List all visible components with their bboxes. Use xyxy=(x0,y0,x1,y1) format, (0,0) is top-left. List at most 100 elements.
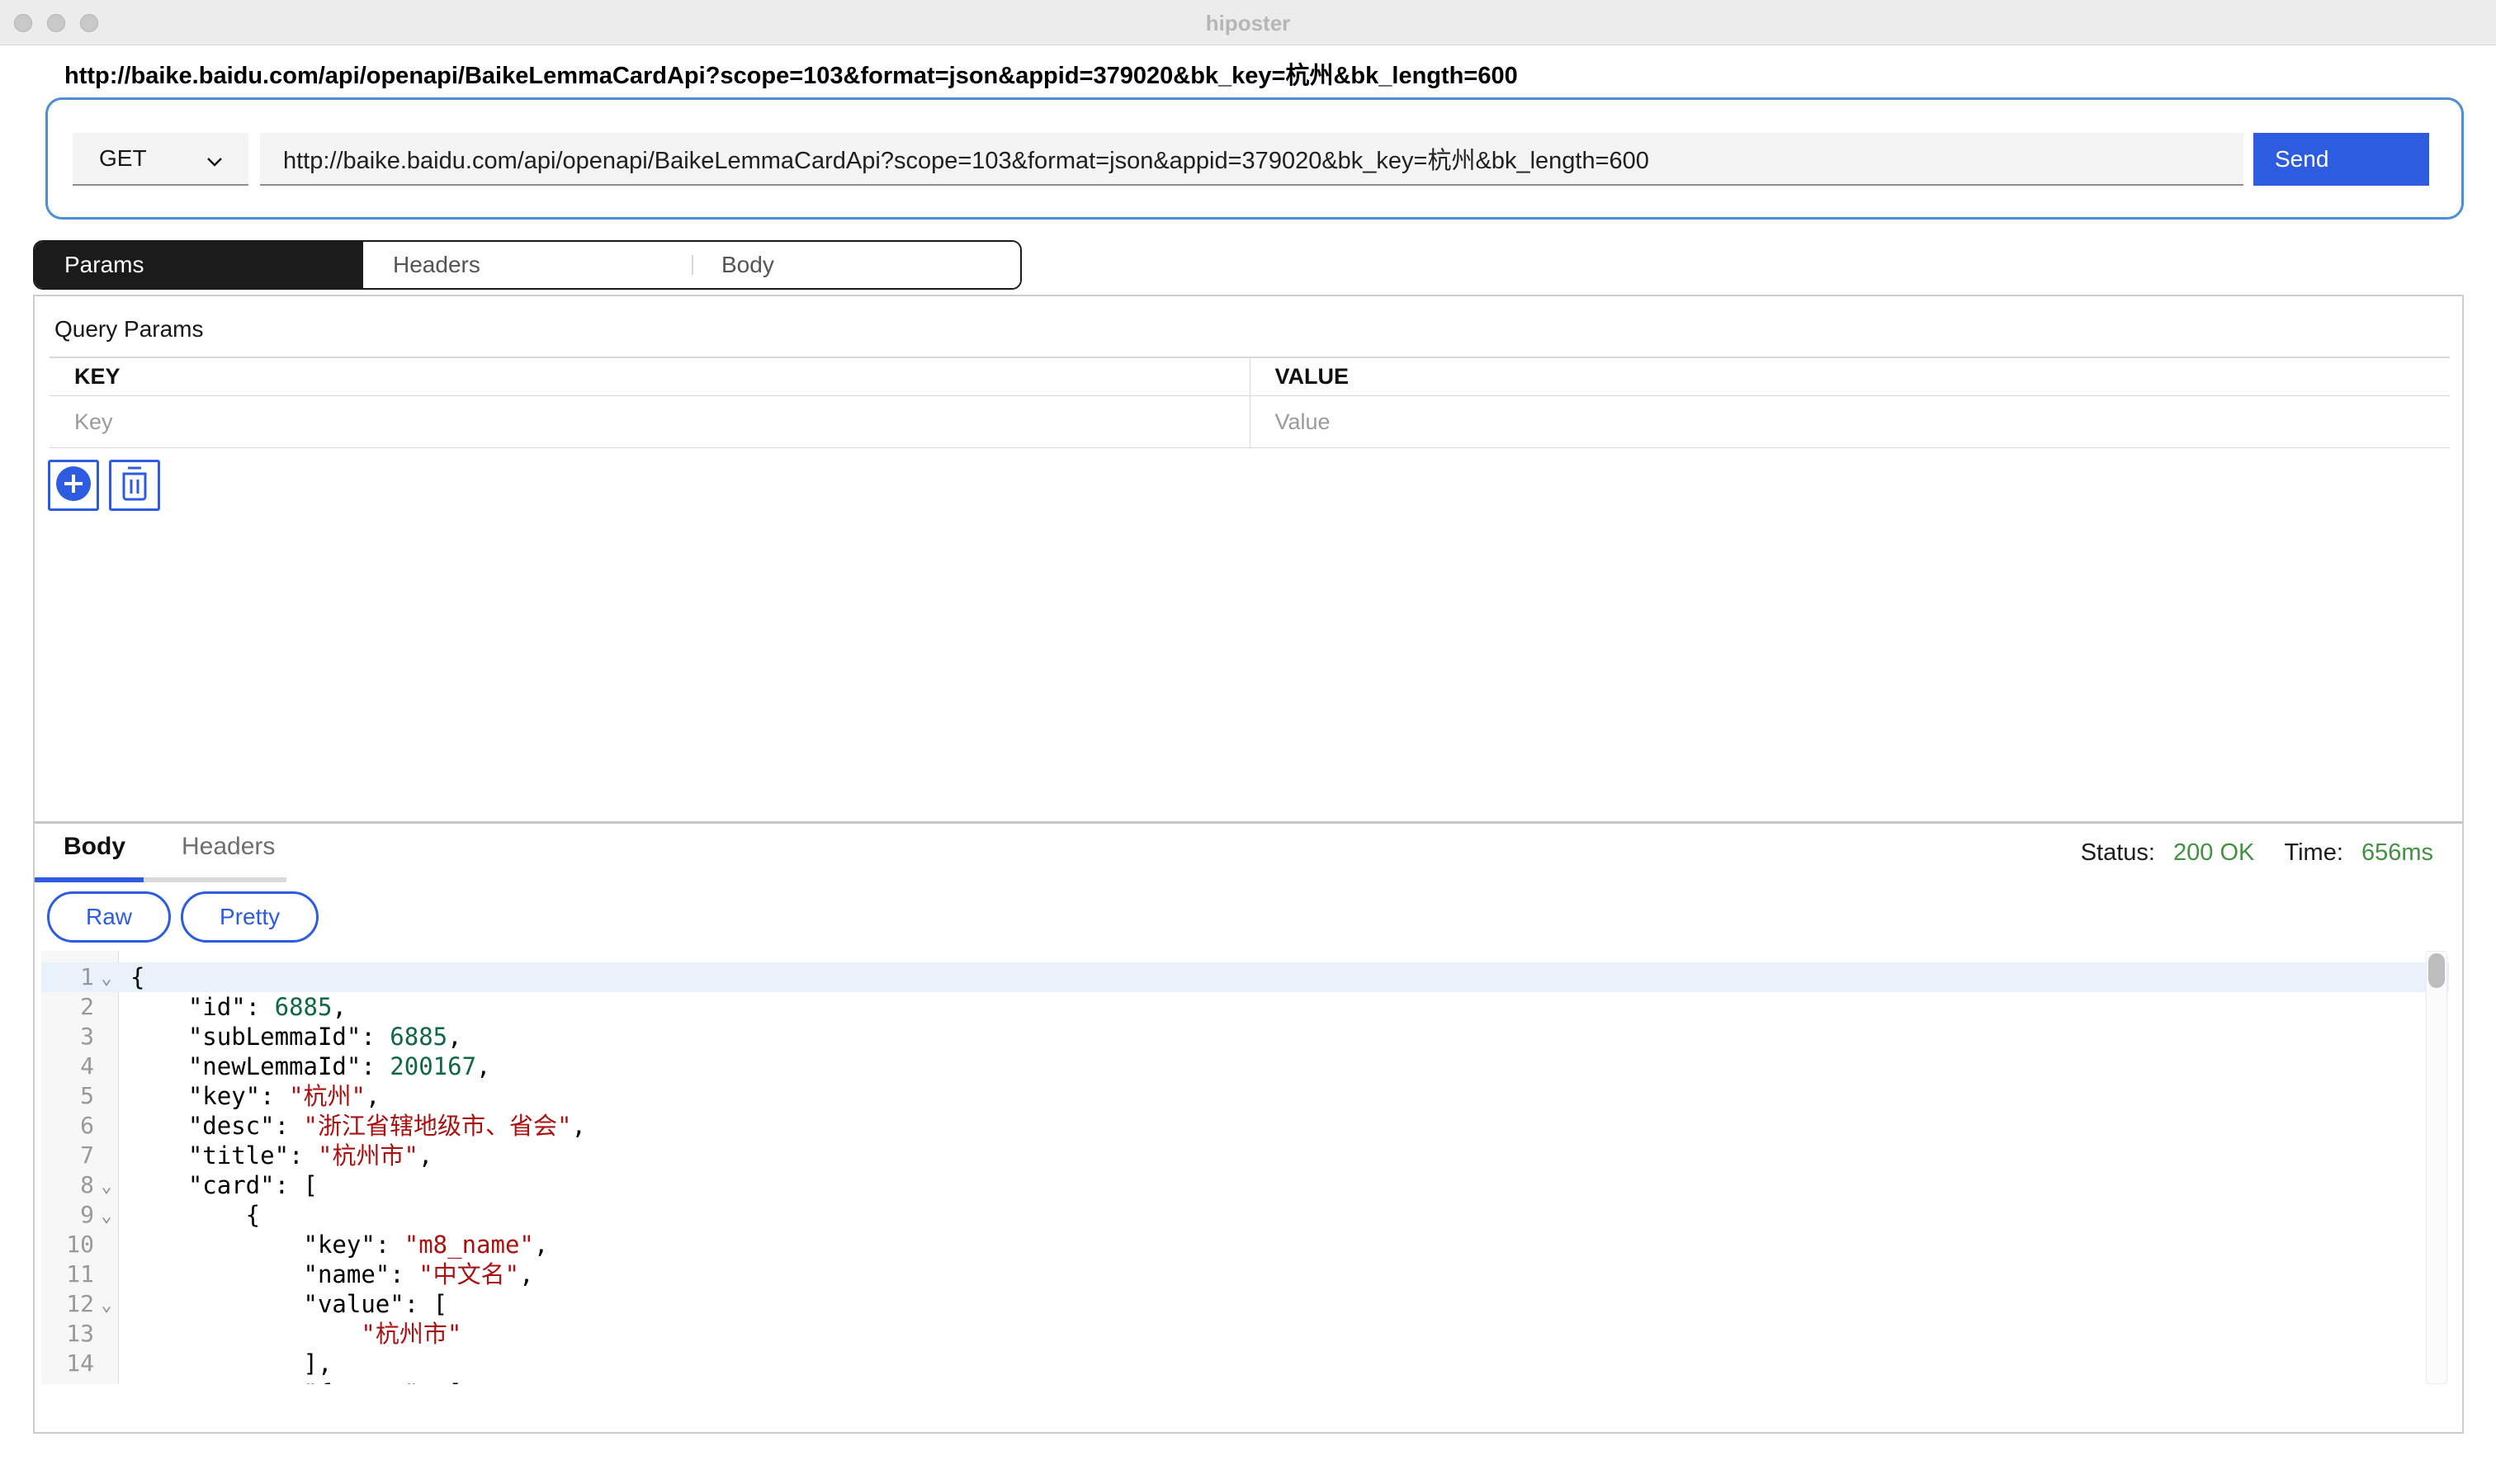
code-text: "name": "中文名", xyxy=(119,1260,534,1289)
code-text: "value": [ xyxy=(119,1289,447,1319)
code-line-12: 12⌄ "value": [ xyxy=(41,1289,2449,1319)
fold-gutter-spacer xyxy=(94,1260,119,1289)
code-text: "title": "杭州市", xyxy=(119,1141,433,1170)
fold-chevron-icon[interactable]: ⌄ xyxy=(94,1200,119,1230)
code-line-2: 2 "id": 6885, xyxy=(41,992,2449,1022)
table-row xyxy=(50,396,2450,447)
line-number: 5 xyxy=(41,1081,94,1111)
request-tab-body[interactable]: Body xyxy=(692,242,1020,288)
response-body-editor-lines: 1⌄{2 "id": 6885,3 "subLemmaId": 6885,4 "… xyxy=(41,962,2449,1384)
line-number: 1 xyxy=(41,962,94,992)
fold-gutter-spacer xyxy=(94,1081,119,1111)
url-input[interactable] xyxy=(260,133,2243,186)
code-line-3: 3 "subLemmaId": 6885, xyxy=(41,1022,2449,1052)
code-line-13: 13 "杭州市" xyxy=(41,1319,2449,1349)
code-text: "杭州市" xyxy=(119,1319,461,1349)
status-value: 200 OK xyxy=(2173,839,2254,866)
code-text: { xyxy=(119,962,144,992)
code-line-4: 4 "newLemmaId": 200167, xyxy=(41,1052,2449,1081)
request-tabs: ParamsHeadersBody xyxy=(33,240,1022,290)
response-status-bar: Status: 200 OK Time: 656ms xyxy=(2081,839,2433,867)
fold-gutter-spacer xyxy=(94,1378,119,1384)
line-number: 7 xyxy=(41,1141,94,1170)
code-text: { xyxy=(119,1200,260,1230)
line-number: 4 xyxy=(41,1052,94,1081)
editor-scrollbar[interactable] xyxy=(2426,951,2447,1384)
method-select[interactable]: GET xyxy=(73,133,248,186)
plus-icon xyxy=(54,465,92,507)
code-text: "card": [ xyxy=(119,1170,318,1200)
line-number: 3 xyxy=(41,1022,94,1052)
request-tab-headers[interactable]: Headers xyxy=(363,242,692,288)
response-tabs: Body Headers xyxy=(64,833,275,861)
line-number: 12 xyxy=(41,1289,94,1319)
add-row-button[interactable] xyxy=(48,460,99,511)
value-column-header: VALUE xyxy=(1250,358,2451,395)
fold-gutter-spacer xyxy=(94,1319,119,1349)
table-header-row: KEY VALUE xyxy=(50,358,2450,396)
code-text: "key": "m8_name", xyxy=(119,1230,548,1260)
fold-gutter-spacer xyxy=(94,1022,119,1052)
response-body-editor[interactable]: 1⌄{2 "id": 6885,3 "subLemmaId": 6885,4 "… xyxy=(41,951,2449,1384)
request-tab-params[interactable]: Params xyxy=(35,242,363,288)
fold-chevron-icon[interactable]: ⌄ xyxy=(94,1170,119,1200)
code-line-1: 1⌄{ xyxy=(41,962,2449,992)
code-text: "newLemmaId": 200167, xyxy=(119,1052,491,1081)
line-number: 10 xyxy=(41,1230,94,1260)
time-value: 656ms xyxy=(2361,839,2433,866)
fold-gutter-spacer xyxy=(94,1349,119,1378)
code-line-10: 10 "key": "m8_name", xyxy=(41,1230,2449,1260)
trash-icon xyxy=(117,466,152,506)
response-tab-body[interactable]: Body xyxy=(64,833,125,861)
fold-gutter-spacer xyxy=(94,1111,119,1141)
method-select-value: GET xyxy=(99,145,147,172)
code-text: "subLemmaId": 6885, xyxy=(119,1022,462,1052)
fold-gutter-spacer xyxy=(94,1052,119,1081)
line-number: 2 xyxy=(41,992,94,1022)
pretty-view-button[interactable]: Pretty xyxy=(181,891,319,943)
code-text: "format": [ xyxy=(119,1378,462,1384)
response-tab-headers[interactable]: Headers xyxy=(182,833,275,861)
fold-gutter-spacer xyxy=(94,992,119,1022)
status-label: Status: xyxy=(2081,839,2155,866)
param-key-input[interactable] xyxy=(74,409,1132,435)
code-text: "key": "杭州", xyxy=(119,1081,380,1111)
request-response-divider xyxy=(35,821,2462,824)
line-number: 8 xyxy=(41,1170,94,1200)
line-number: 14 xyxy=(41,1349,94,1378)
code-line-14: 14 ], xyxy=(41,1349,2449,1378)
code-text: ], xyxy=(119,1349,332,1378)
code-line-5: 5 "key": "杭州", xyxy=(41,1081,2449,1111)
code-line-15: 15 "format": [ xyxy=(41,1378,2449,1384)
query-params-table: KEY VALUE xyxy=(50,357,2450,448)
code-line-8: 8⌄ "card": [ xyxy=(41,1170,2449,1200)
app-window: hiposter http://baike.baidu.com/api/open… xyxy=(0,0,2496,1484)
fold-chevron-icon[interactable]: ⌄ xyxy=(94,1289,119,1319)
code-line-11: 11 "name": "中文名", xyxy=(41,1260,2449,1289)
row-actions xyxy=(48,460,160,511)
fold-gutter-spacer xyxy=(94,1141,119,1170)
code-line-9: 9⌄ { xyxy=(41,1200,2449,1230)
delete-row-button[interactable] xyxy=(109,460,160,511)
raw-view-button[interactable]: Raw xyxy=(47,891,171,943)
param-value-input[interactable] xyxy=(1275,409,2333,435)
request-bar: GET Send xyxy=(45,97,2464,220)
send-button[interactable]: Send xyxy=(2253,133,2429,186)
chevron-down-icon xyxy=(206,153,224,171)
line-number: 15 xyxy=(41,1378,94,1384)
code-line-6: 6 "desc": "浙江省辖地级市、省会", xyxy=(41,1111,2449,1141)
line-number: 9 xyxy=(41,1200,94,1230)
code-line-7: 7 "title": "杭州市", xyxy=(41,1141,2449,1170)
line-number: 11 xyxy=(41,1260,94,1289)
fold-gutter-spacer xyxy=(94,1230,119,1260)
fold-chevron-icon[interactable]: ⌄ xyxy=(94,962,119,992)
window-titlebar: hiposter xyxy=(0,0,2496,45)
query-params-title: Query Params xyxy=(54,316,204,343)
window-title: hiposter xyxy=(0,11,2496,36)
active-tab-indicator xyxy=(35,877,144,882)
response-view-modes: RawPretty xyxy=(47,891,319,943)
line-number: 13 xyxy=(41,1319,94,1349)
editor-scrollbar-thumb[interactable] xyxy=(2428,953,2445,988)
key-column-header: KEY xyxy=(50,358,1250,395)
request-url-heading: http://baike.baidu.com/api/openapi/Baike… xyxy=(64,56,1518,91)
